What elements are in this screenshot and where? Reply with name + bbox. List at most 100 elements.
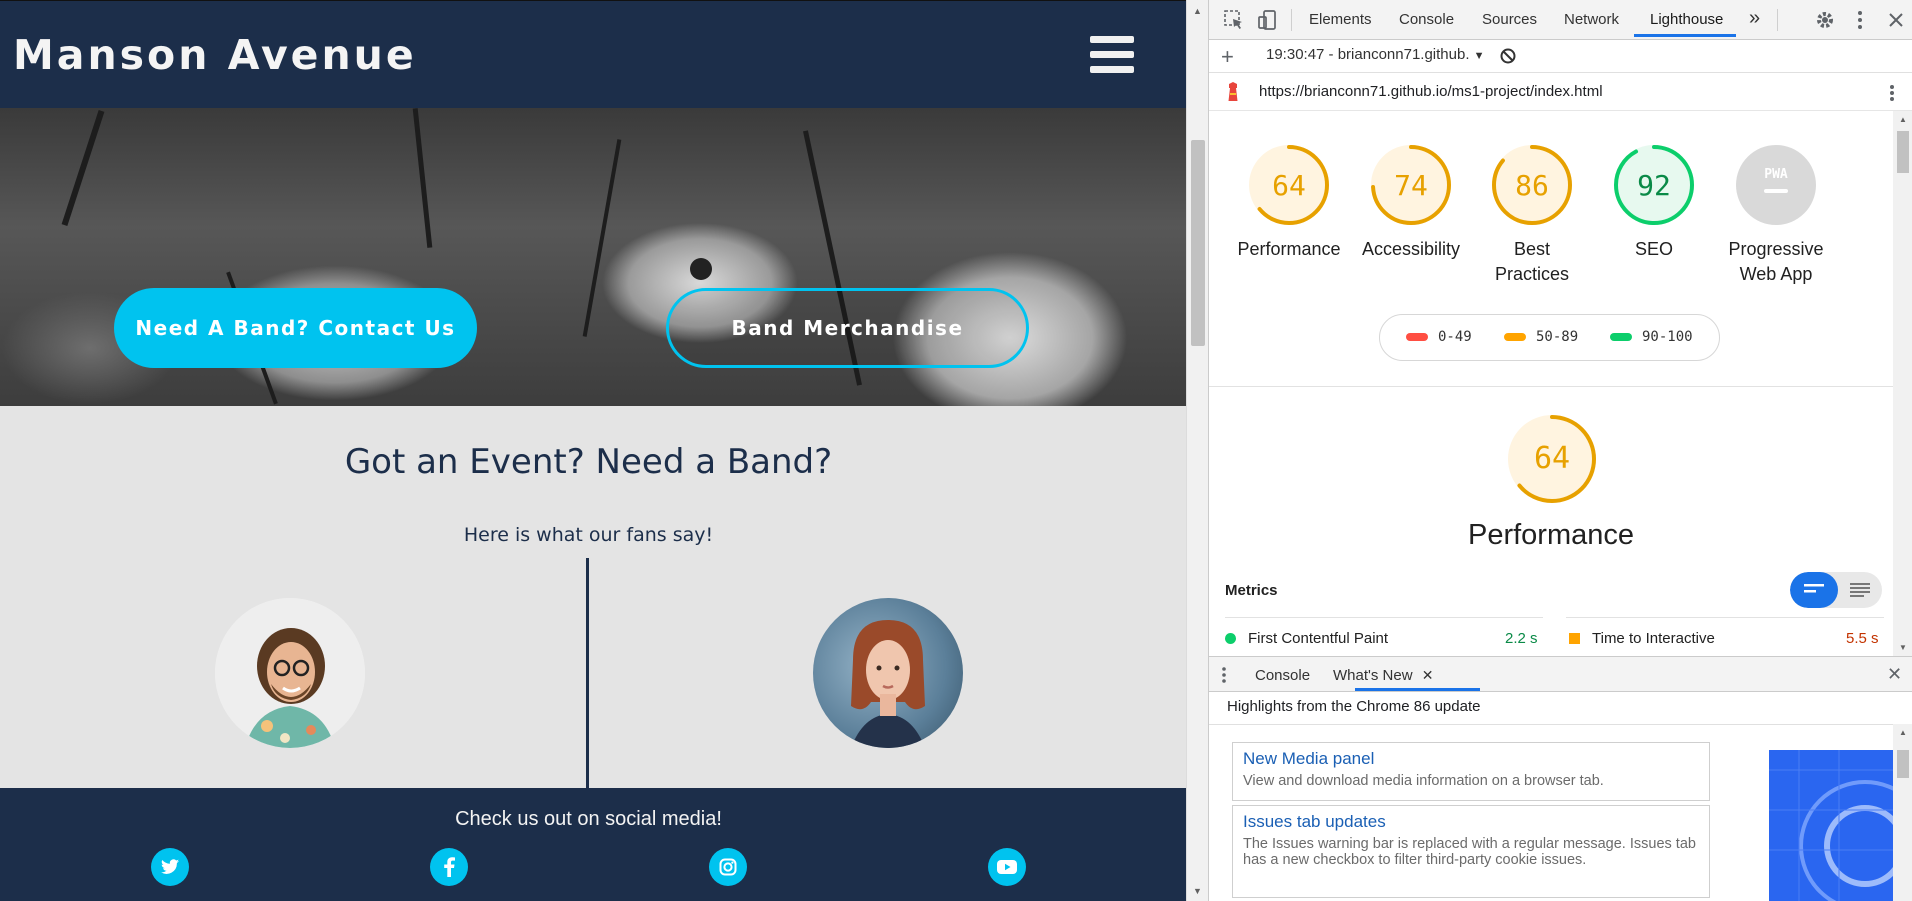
more-options-icon[interactable] [1849, 9, 1871, 31]
compact-view-icon[interactable] [1804, 583, 1824, 597]
score-value: PWA [1764, 167, 1788, 182]
tab-lighthouse[interactable]: Lighthouse [1650, 11, 1723, 28]
scroll-down-arrow-icon[interactable]: ▼ [1899, 643, 1907, 652]
score-legend: 0-49 50-89 90-100 [1379, 314, 1720, 361]
whats-new-item-issues[interactable]: Issues tab updates The Issues warning ba… [1232, 805, 1710, 898]
website-scrollbar[interactable]: ▲ ▼ [1186, 0, 1208, 901]
lighthouse-toolbar: + 19:30:47 - brianconn71.github. ▼ [1209, 40, 1912, 73]
performance-score-gauge: 64 [1506, 413, 1598, 505]
legend-item-fail: 0-49 [1406, 329, 1472, 345]
drawer-menu-icon[interactable] [1221, 666, 1227, 689]
report-selector-label: 19:30:47 - brianconn71.github. [1266, 46, 1470, 63]
social-footer: Check us out on social media! [0, 788, 1186, 901]
report-scrollbar[interactable]: ▲ ▼ [1893, 111, 1912, 656]
hamburger-menu-icon[interactable] [1090, 36, 1134, 76]
testimonials-section: Got an Event? Need a Band? Here is what … [0, 406, 1186, 788]
tab-console[interactable]: Console [1399, 11, 1454, 28]
whats-new-heading: Highlights from the Chrome 86 update [1227, 698, 1481, 715]
legend-item-average: 50-89 [1504, 329, 1578, 345]
hero-banner: Need A Band? Contact Us Band Merchandise [0, 108, 1186, 406]
report-menu-icon[interactable] [1885, 83, 1899, 108]
score-gauge-progressive-web-app[interactable]: PWA Progressive Web App [1716, 143, 1836, 287]
score-value: 64 [1272, 169, 1306, 202]
legend-swatch [1610, 333, 1632, 341]
tab-elements[interactable]: Elements [1309, 11, 1372, 28]
average-status-icon [1569, 633, 1580, 644]
band-merchandise-button[interactable]: Band Merchandise [666, 288, 1029, 368]
pass-status-icon [1225, 633, 1236, 644]
youtube-icon[interactable] [988, 848, 1026, 886]
contact-us-button[interactable]: Need A Band? Contact Us [114, 288, 477, 368]
score-label: Accessibility [1361, 239, 1461, 259]
facebook-icon[interactable] [430, 848, 468, 886]
metric-fcp: First Contentful Paint [1225, 630, 1388, 647]
scroll-up-arrow-icon[interactable]: ▲ [1193, 6, 1202, 16]
instagram-icon[interactable] [709, 848, 747, 886]
whats-new-item-desc: View and download media information on a… [1243, 773, 1604, 789]
drawer-tab-console[interactable]: Console [1255, 667, 1310, 684]
score-gauge-accessibility[interactable]: 74 Accessibility [1351, 143, 1471, 262]
legend-swatch [1406, 333, 1428, 341]
column-divider [586, 558, 589, 788]
lighthouse-logo-icon [1225, 82, 1241, 107]
metric-tti: Time to Interactive [1569, 630, 1715, 647]
whats-new-item-title: New Media panel [1243, 749, 1375, 768]
report-url[interactable]: https://brianconn71.github.io/ms1-projec… [1259, 83, 1603, 100]
drawer-tab-whats-new[interactable]: What's New ✕ [1333, 667, 1433, 684]
fan-avatar-woman [813, 598, 963, 748]
scrollbar-thumb[interactable] [1897, 131, 1909, 173]
score-label: SEO [1634, 239, 1673, 259]
chrome-86-promo-image [1769, 750, 1893, 901]
scrollbar-thumb[interactable] [1897, 750, 1909, 778]
scroll-up-arrow-icon[interactable]: ▲ [1899, 115, 1907, 124]
metric-name: Time to Interactive [1592, 630, 1715, 647]
brand-title[interactable]: Manson Avenue [13, 31, 417, 79]
drawer-tab-label: What's New [1333, 667, 1413, 684]
legend-item-pass: 90-100 [1610, 329, 1693, 345]
score-value: 74 [1394, 169, 1428, 202]
section-subtitle: Here is what our fans say! [463, 524, 714, 546]
whats-new-item-title: Issues tab updates [1243, 812, 1386, 831]
drawer-scrollbar[interactable]: ▲ [1893, 724, 1912, 901]
score-gauge-seo[interactable]: 92 SEO [1594, 143, 1714, 262]
active-drawer-tab-indicator [1355, 688, 1480, 691]
social-heading: Check us out on social media! [455, 808, 722, 830]
settings-gear-icon[interactable] [1814, 9, 1836, 31]
inspect-element-icon[interactable] [1223, 9, 1245, 31]
section-divider [1209, 386, 1893, 387]
report-selector[interactable]: 19:30:47 - brianconn71.github. ▼ [1266, 46, 1485, 63]
section-title: Got an Event? Need a Band? [344, 442, 833, 482]
active-tab-indicator [1634, 34, 1736, 37]
scroll-up-arrow-icon[interactable]: ▲ [1899, 728, 1907, 737]
devtools-panel: Elements Console Sources Network Lightho… [1208, 0, 1912, 901]
score-gauge-best-practices[interactable]: 86 Best Practices [1472, 143, 1592, 287]
tab-sources[interactable]: Sources [1482, 11, 1537, 28]
close-drawer-icon[interactable]: ✕ [1887, 664, 1902, 685]
more-tabs-icon[interactable]: » [1749, 7, 1760, 30]
scrollbar-thumb[interactable] [1191, 140, 1205, 346]
score-value: 92 [1637, 169, 1671, 202]
metrics-view-toggle[interactable] [1790, 572, 1882, 608]
twitter-icon[interactable] [151, 848, 189, 886]
new-report-plus-icon[interactable]: + [1221, 44, 1234, 70]
close-devtools-icon[interactable] [1885, 9, 1907, 31]
drawer-tab-bar: Console What's New ✕ ✕ [1209, 656, 1912, 692]
device-toolbar-icon[interactable] [1257, 9, 1279, 31]
devtools-tab-bar: Elements Console Sources Network Lightho… [1209, 0, 1912, 40]
performance-heading: Performance [1467, 519, 1634, 551]
expanded-view-icon[interactable] [1850, 583, 1870, 597]
whats-new-item-desc: The Issues warning bar is replaced with … [1243, 836, 1696, 868]
metric-tti-value: 5.5 s [1846, 630, 1879, 647]
legend-label: 90-100 [1642, 329, 1693, 345]
clear-reports-icon[interactable] [1499, 47, 1517, 70]
website-viewport: Manson Avenue Need A Band? Contact Us Ba… [0, 0, 1186, 901]
legend-label: 0-49 [1438, 329, 1472, 345]
site-header: Manson Avenue [0, 0, 1186, 108]
close-tab-icon[interactable]: ✕ [1422, 667, 1434, 683]
score-label: Best Practices [1494, 239, 1570, 284]
score-label: Performance [1237, 239, 1341, 259]
tab-network[interactable]: Network [1564, 11, 1619, 28]
score-gauge-performance[interactable]: 64 Performance [1229, 143, 1349, 262]
whats-new-item-media[interactable]: New Media panel View and download media … [1232, 742, 1710, 801]
scroll-down-arrow-icon[interactable]: ▼ [1193, 886, 1202, 896]
